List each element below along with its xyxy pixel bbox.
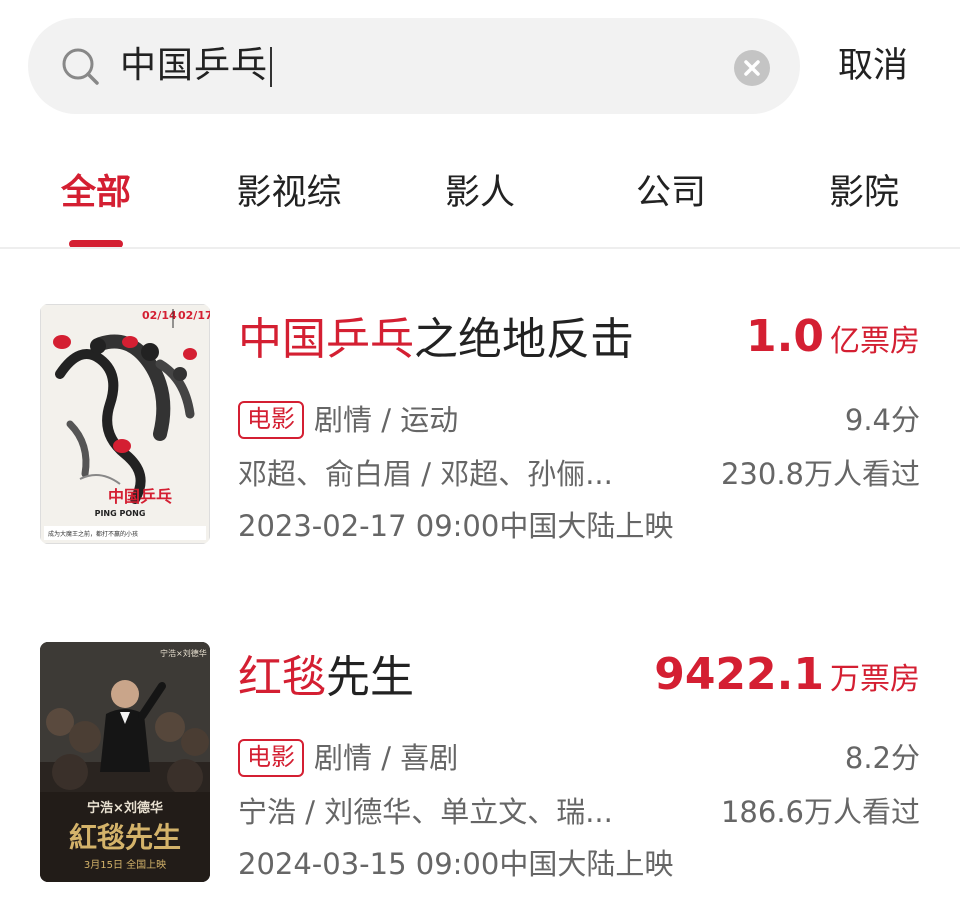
box-office-value: 1.0 (746, 311, 824, 362)
result-card[interactable]: 宁浩×刘德华 宁浩×刘德华 紅毯先生 3月15日 全国上映 红毯先生 9422.… (0, 642, 960, 902)
poster-date-right: 02/17 (178, 309, 210, 322)
tab-company[interactable]: 公司 (636, 168, 706, 218)
release-date: 2024-03-15 09:00中国大陆上映 (238, 847, 674, 881)
box-office-value: 9422.1 (654, 649, 824, 700)
poster-tagline: 成为大魔王之前，都打不赢的小孩 (48, 530, 138, 538)
poster-cast-main: 宁浩×刘德华 (87, 800, 163, 816)
genre: 剧情 / 运动 (314, 403, 459, 437)
tabs-divider (0, 247, 960, 249)
result-card[interactable]: 02/14 02/17 中国乒乓 PING PONG 成为大魔王之前，都打不赢的… (0, 304, 960, 564)
search-input[interactable]: 中国乒乓 (120, 38, 273, 94)
box-office: 1.0 亿票房 (746, 306, 920, 377)
poster-title: 紅毯先生 (69, 821, 181, 854)
movie-title[interactable]: 红毯先生 (238, 648, 414, 708)
movie-poster[interactable]: 02/14 02/17 中国乒乓 PING PONG 成为大魔王之前，都打不赢的… (40, 304, 210, 544)
close-icon (744, 60, 760, 76)
viewer-count: 230.8万人看过 (720, 457, 920, 491)
movie-title[interactable]: 中国乒乓之绝地反击 (238, 310, 634, 370)
director-cast: 邓超、俞白眉 / 邓超、孙俪... (238, 457, 613, 491)
release-date: 2023-02-17 09:00中国大陆上映 (238, 509, 674, 543)
clear-search-button[interactable] (734, 50, 770, 86)
tab-people[interactable]: 影人 (445, 168, 515, 218)
viewer-count: 186.6万人看过 (720, 795, 920, 829)
title-highlight: 红毯 (238, 652, 326, 703)
movie-type-tag: 电影 (238, 401, 304, 439)
rating: 9.4分 (844, 403, 920, 437)
title-rest: 之绝地反击 (414, 314, 634, 365)
box-office-unit: 万票房 (830, 662, 920, 697)
title-rest: 先生 (326, 652, 414, 703)
text-caret (270, 47, 273, 87)
poster-subtitle: PING PONG (95, 509, 146, 518)
tab-all[interactable]: 全部 (61, 168, 131, 218)
search-query-text: 中国乒乓 (120, 45, 269, 86)
poster-title: 中国乒乓 (108, 487, 172, 506)
tab-cinema[interactable]: 影院 (829, 168, 899, 218)
director-cast: 宁浩 / 刘德华、单立文、瑞... (238, 795, 613, 829)
poster-release: 3月15日 全国上映 (84, 858, 166, 871)
cancel-button[interactable]: 取消 (838, 40, 908, 92)
tab-film-tv-variety[interactable]: 影视综 (236, 168, 341, 218)
poster-cast: 宁浩×刘德华 (160, 648, 207, 658)
box-office-unit: 亿票房 (830, 324, 920, 359)
category-tabs: 全部 影视综 影人 公司 影院 (0, 160, 960, 248)
box-office: 9422.1 万票房 (654, 644, 920, 715)
movie-poster[interactable]: 宁浩×刘德华 宁浩×刘德华 紅毯先生 3月15日 全国上映 (40, 642, 210, 882)
poster-date-left: 02/14 (142, 309, 177, 322)
rating: 8.2分 (844, 741, 920, 775)
genre: 剧情 / 喜剧 (314, 741, 459, 775)
search-bar[interactable]: 中国乒乓 (28, 18, 800, 114)
search-icon (62, 48, 99, 85)
movie-type-tag: 电影 (238, 739, 304, 777)
title-highlight: 中国乒乓 (238, 314, 414, 365)
